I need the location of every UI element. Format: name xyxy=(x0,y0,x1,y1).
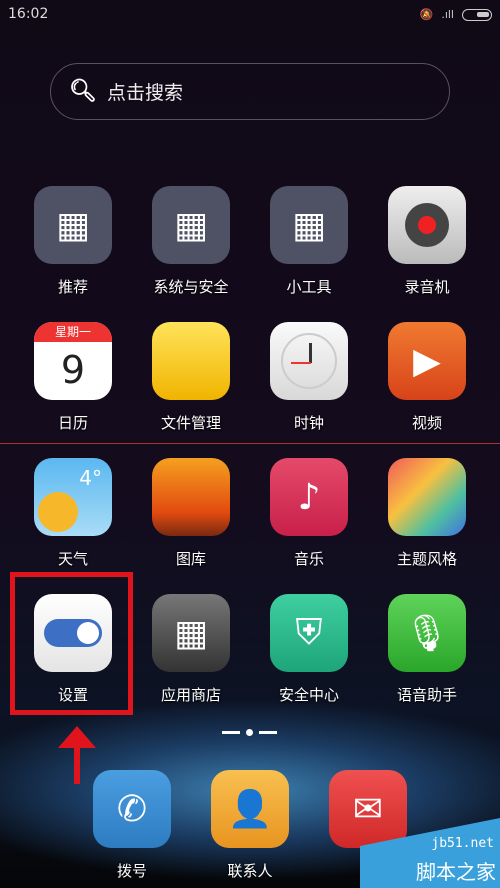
folder-icon: ▦ xyxy=(34,186,112,264)
page-indicator[interactable] xyxy=(222,729,277,736)
weather-icon: 4° xyxy=(34,458,112,536)
dock-label: 联系人 xyxy=(227,862,273,880)
folder-icon: ▦ xyxy=(270,186,348,264)
phone-icon: ✆ xyxy=(93,770,171,848)
divider xyxy=(0,443,500,444)
app-app-store[interactable]: ▦ 应用商店 xyxy=(141,594,241,705)
clock-icon xyxy=(270,322,348,400)
app-label: 应用商店 xyxy=(160,686,221,704)
folder-icon: ▦ xyxy=(152,186,230,264)
app-label: 推荐 xyxy=(57,278,88,296)
app-folder[interactable]: ▦ 小工具 xyxy=(259,186,359,297)
arrow-shaft xyxy=(74,740,80,784)
app-label: 日历 xyxy=(57,414,88,432)
app-video[interactable]: ▶ 视频 xyxy=(377,322,477,433)
calendar-icon: 星期一 9 xyxy=(34,322,112,400)
app-label: 视频 xyxy=(411,414,442,432)
app-label: 时钟 xyxy=(293,414,324,432)
app-security-shield[interactable]: ⛨ 安全中心 xyxy=(259,594,359,705)
app-music[interactable]: ♪ 音乐 xyxy=(259,458,359,569)
app-label: 天气 xyxy=(57,550,88,568)
search-bar[interactable]: 🔍︎ 点击搜索 xyxy=(50,63,450,120)
app-store-icon: ▦ xyxy=(152,594,230,672)
app-label: 图库 xyxy=(175,550,206,568)
app-gallery[interactable]: 图库 xyxy=(141,458,241,569)
app-label: 音乐 xyxy=(293,550,324,568)
battery-icon xyxy=(462,8,492,21)
app-themes[interactable]: 主题风格 xyxy=(377,458,477,569)
highlight-box xyxy=(10,572,133,715)
dock-phone[interactable]: ✆ 拨号 xyxy=(82,770,182,881)
dock-label: 拨号 xyxy=(116,862,147,880)
app-label: 语音助手 xyxy=(396,686,457,704)
app-calendar[interactable]: 星期一 9 日历 xyxy=(23,322,123,433)
app-clock[interactable]: 时钟 xyxy=(259,322,359,433)
gallery-icon xyxy=(152,458,230,536)
dock-contacts[interactable]: 👤 联系人 xyxy=(200,770,300,881)
status-bar: 16:02 🔕 .ıll xyxy=(0,0,500,28)
app-label: 系统与安全 xyxy=(153,278,229,296)
app-label: 录音机 xyxy=(404,278,450,296)
app-microphone[interactable]: 🎙 语音助手 xyxy=(377,594,477,705)
mail-icon: ✉ xyxy=(329,770,407,848)
app-label: 小工具 xyxy=(286,278,332,296)
signal-icon: .ıll xyxy=(441,8,454,21)
recorder-icon xyxy=(388,186,466,264)
music-icon: ♪ xyxy=(270,458,348,536)
app-files[interactable]: 文件管理 xyxy=(141,322,241,433)
microphone-icon: 🎙 xyxy=(388,594,466,672)
security-shield-icon: ⛨ xyxy=(270,594,348,672)
app-weather[interactable]: 4° 天气 xyxy=(23,458,123,569)
search-icon: 🔍︎ xyxy=(69,79,97,104)
app-label: 主题风格 xyxy=(396,550,457,568)
clock-time: 16:02 xyxy=(8,6,49,22)
search-placeholder: 点击搜索 xyxy=(106,82,183,104)
contacts-icon: 👤 xyxy=(211,770,289,848)
app-recorder[interactable]: 录音机 xyxy=(377,186,477,297)
app-label: 文件管理 xyxy=(160,414,221,432)
themes-icon xyxy=(388,458,466,536)
video-icon: ▶ xyxy=(388,322,466,400)
app-folder[interactable]: ▦ 系统与安全 xyxy=(141,186,241,297)
mute-icon: 🔕 xyxy=(419,8,434,21)
app-label: 安全中心 xyxy=(278,686,339,704)
app-folder[interactable]: ▦ 推荐 xyxy=(23,186,123,297)
files-icon xyxy=(152,322,230,400)
